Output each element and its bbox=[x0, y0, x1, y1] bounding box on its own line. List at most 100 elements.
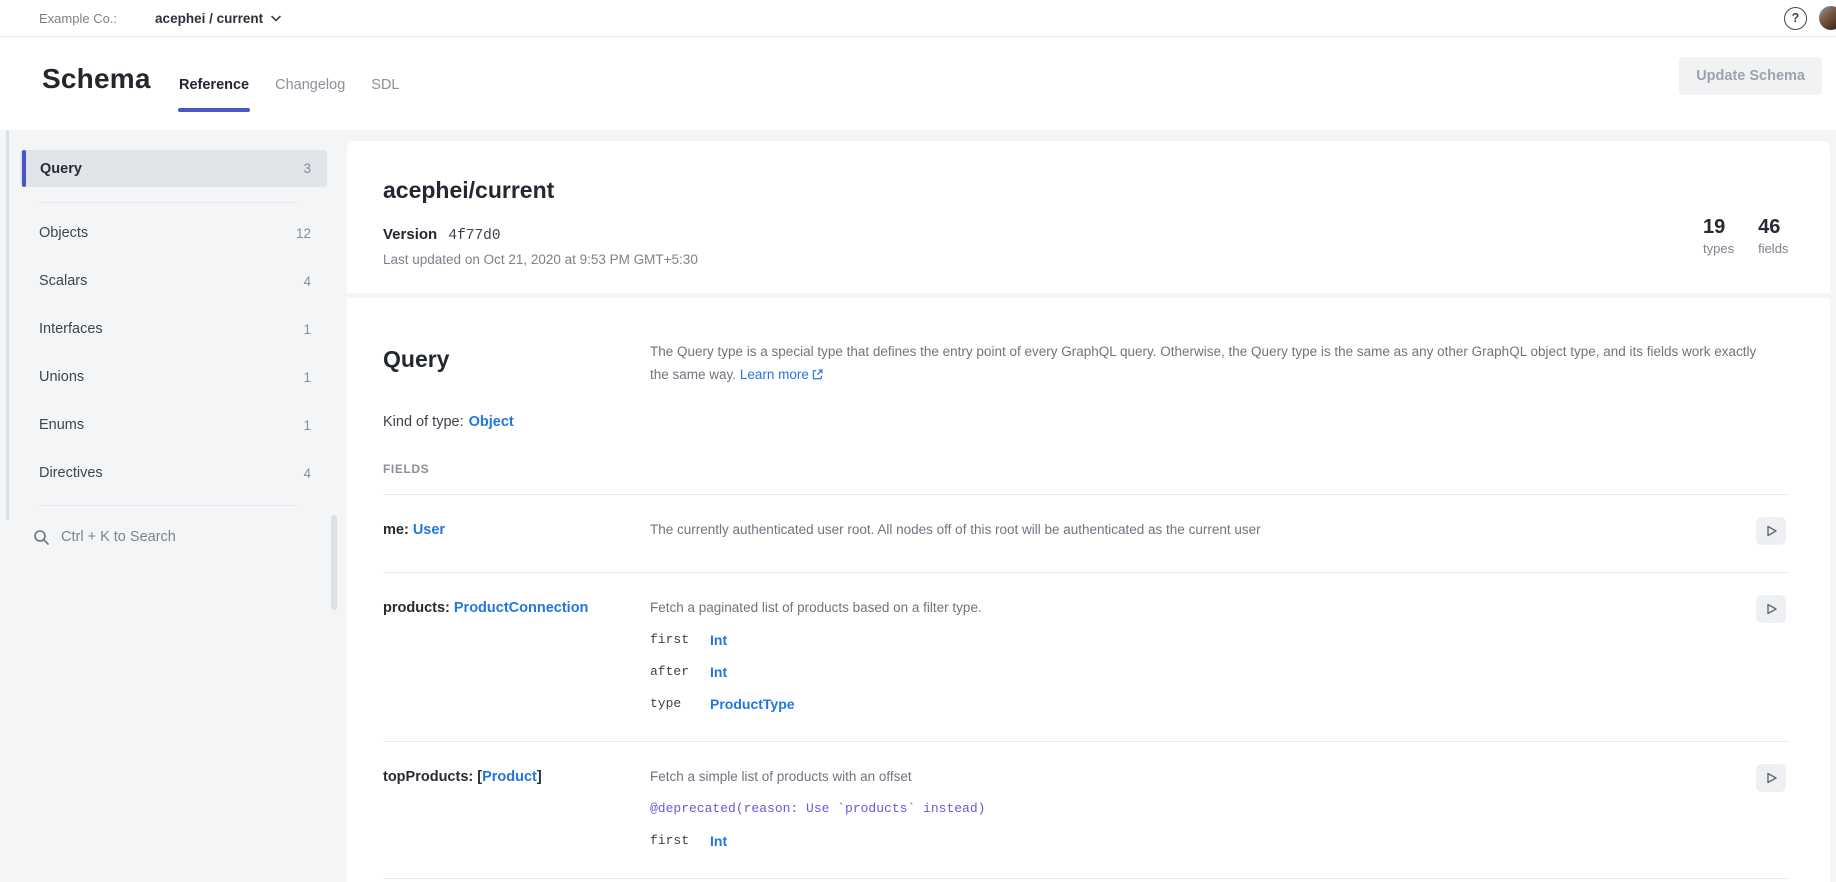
graph-selector[interactable]: acephei / current bbox=[155, 11, 281, 26]
graph-title: acephei/current bbox=[383, 177, 554, 204]
run-query-button[interactable] bbox=[1756, 764, 1786, 792]
field-name-text: topProducts: [ bbox=[383, 769, 482, 785]
field-name: topProducts: [Product] bbox=[383, 767, 650, 851]
type-link[interactable]: Product bbox=[482, 769, 537, 785]
field-arg: firstInt bbox=[650, 630, 1756, 650]
schema-type-sidebar: Query3 Objects12Scalars4Interfaces1Union… bbox=[20, 150, 327, 561]
stat-value: 46 bbox=[1758, 215, 1788, 239]
type-reference-card: Query The Query type is a special type t… bbox=[347, 298, 1830, 882]
kind-of-type-line: Kind of type: Object bbox=[383, 414, 514, 430]
topbar: Example Co.: acephei / current ? bbox=[0, 0, 1836, 37]
sidebar-item-scalars[interactable]: Scalars 4 bbox=[20, 257, 327, 305]
help-button[interactable]: ? bbox=[1784, 7, 1807, 30]
schema-stats: 19 types 46fields bbox=[1703, 215, 1788, 256]
topbar-left: Example Co.: acephei / current bbox=[0, 11, 281, 26]
item-count: 4 bbox=[303, 274, 311, 289]
version-value: 4f77d0 bbox=[448, 228, 500, 244]
sidebar-item-label: Unions bbox=[39, 369, 84, 385]
arg-name: first bbox=[650, 630, 710, 650]
sidebar-item-label: Enums bbox=[39, 417, 84, 433]
stat-value: 19 bbox=[1703, 215, 1734, 239]
sidebar-item-label: Interfaces bbox=[39, 321, 103, 337]
item-count: 1 bbox=[303, 370, 311, 385]
field-name: me: User bbox=[383, 520, 650, 545]
version-label: Version bbox=[383, 226, 437, 243]
arg-name: type bbox=[650, 694, 710, 714]
field-description: The currently authenticated user root. A… bbox=[650, 520, 1756, 540]
field-row: me: UserThe currently authenticated user… bbox=[383, 495, 1790, 573]
version-line: Version 4f77d0 bbox=[383, 226, 501, 244]
active-indicator bbox=[22, 150, 26, 187]
user-avatar[interactable] bbox=[1819, 6, 1836, 30]
sidebar-item-label: Scalars bbox=[39, 273, 87, 289]
type-link[interactable]: ProductConnection bbox=[454, 600, 589, 616]
item-count: 1 bbox=[303, 418, 311, 433]
stat-types: 19 types bbox=[1703, 215, 1734, 256]
topbar-right: ? bbox=[1784, 6, 1836, 30]
stat-fields: 46fields bbox=[1758, 215, 1788, 256]
arg-type-link[interactable]: Int bbox=[710, 630, 727, 650]
item-count: 12 bbox=[296, 226, 311, 241]
tab-reference[interactable]: Reference bbox=[178, 75, 250, 95]
kind-label: Kind of type: bbox=[383, 414, 464, 430]
kind-type-link[interactable]: Object bbox=[469, 414, 514, 430]
sidebar-item-directives[interactable]: Directives4 bbox=[20, 449, 327, 497]
external-link-icon bbox=[812, 369, 823, 380]
field-name: products: ProductConnection bbox=[383, 598, 650, 714]
arg-type-link[interactable]: ProductType bbox=[710, 694, 795, 714]
field-name-text: products: bbox=[383, 600, 454, 616]
field-row: products: ProductConnectionFetch a pagin… bbox=[383, 573, 1790, 742]
sidebar-item-unions[interactable]: Unions 1 bbox=[20, 353, 327, 401]
org-label: Example Co.: bbox=[39, 11, 117, 26]
sidebar-divider bbox=[38, 505, 298, 506]
tab-changelog[interactable]: Changelog bbox=[274, 75, 346, 95]
field-description: Fetch a simple list of products with an … bbox=[650, 767, 1756, 787]
arg-name: first bbox=[650, 831, 710, 851]
item-count: 4 bbox=[303, 466, 311, 481]
update-schema-button[interactable]: Update Schema bbox=[1679, 57, 1822, 95]
type-link[interactable]: User bbox=[413, 522, 445, 538]
stat-label: types bbox=[1703, 241, 1734, 256]
sidebar-scrollbar-thumb[interactable] bbox=[331, 515, 337, 610]
run-query-button[interactable] bbox=[1756, 595, 1786, 623]
play-icon bbox=[1763, 523, 1779, 539]
search-hint: Ctrl + K to Search bbox=[61, 529, 176, 545]
page-title: Schema bbox=[42, 63, 151, 95]
field-details: The currently authenticated user root. A… bbox=[650, 520, 1756, 545]
field-arg: firstInt bbox=[650, 831, 1756, 851]
sidebar-item-label: Query bbox=[40, 161, 82, 177]
field-arg: afterInt bbox=[650, 662, 1756, 682]
sidebar-divider bbox=[38, 202, 298, 203]
item-count: 3 bbox=[303, 161, 311, 176]
field-arg: typeProductType bbox=[650, 694, 1756, 714]
item-count: 1 bbox=[303, 322, 311, 337]
run-query-button[interactable] bbox=[1756, 517, 1786, 545]
page-header: Schema Reference Changelog SDL Update Sche… bbox=[0, 37, 1836, 130]
page-body: Query3 Objects12Scalars4Interfaces1Union… bbox=[0, 130, 1836, 882]
tab-sdl[interactable]: SDL bbox=[370, 75, 400, 95]
sidebar-item-enums[interactable]: Enums 1 bbox=[20, 401, 327, 449]
arg-type-link[interactable]: Int bbox=[710, 662, 727, 682]
field-details: Fetch a simple list of products with an … bbox=[650, 767, 1756, 851]
sidebar-item-query[interactable]: Query 3 bbox=[20, 150, 327, 187]
deprecated-annotation: @deprecated(reason: Use `products` inste… bbox=[650, 799, 1756, 819]
field-row: topProducts: [Product]Fetch a simple lis… bbox=[383, 742, 1790, 879]
chevron-down-icon bbox=[271, 15, 281, 22]
field-details: Fetch a paginated list of products based… bbox=[650, 598, 1756, 714]
sidebar-item-interfaces[interactable]: Interfaces 1 bbox=[20, 305, 327, 353]
learn-more-link[interactable]: Learn more bbox=[740, 367, 809, 382]
search-icon bbox=[33, 529, 50, 546]
arg-type-link[interactable]: Int bbox=[710, 831, 727, 851]
sidebar-item-objects[interactable]: Objects12 bbox=[20, 209, 327, 257]
question-mark-icon: ? bbox=[1792, 11, 1800, 25]
fields-heading: FIELDS bbox=[383, 462, 429, 476]
schema-tabs: Reference Changelog SDL bbox=[178, 75, 401, 95]
graph-selector-label: acephei / current bbox=[155, 11, 263, 26]
type-name: Query bbox=[383, 346, 449, 373]
field-name-text: me: bbox=[383, 522, 413, 538]
search-button[interactable]: Ctrl + K to Search bbox=[20, 513, 327, 561]
play-icon bbox=[1763, 601, 1779, 617]
graph-header-card: acephei/current Version 4f77d0 Last upda… bbox=[347, 141, 1830, 293]
play-icon bbox=[1763, 770, 1779, 786]
left-scrollbar-track[interactable] bbox=[6, 130, 9, 520]
